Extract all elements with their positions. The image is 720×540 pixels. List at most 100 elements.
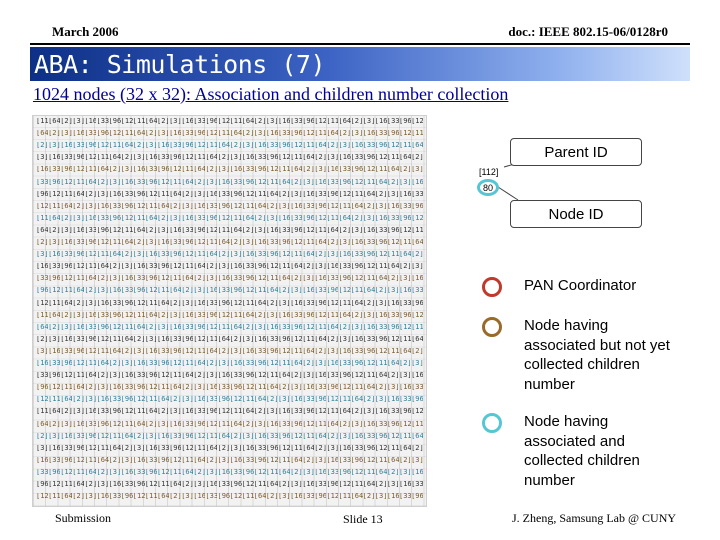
grid-node: [128] xyxy=(241,384,254,392)
grid-node: [16] xyxy=(326,360,339,367)
grid-node: [96] xyxy=(374,239,387,246)
grid-node: [33] xyxy=(265,142,278,150)
grid-node: [33] xyxy=(399,396,411,404)
grid-node: [16] xyxy=(144,444,157,452)
grid-node: [3] xyxy=(290,481,303,488)
grid-node: [3] xyxy=(350,323,363,331)
grid-node: [64] xyxy=(108,347,121,355)
grid-node: [64] xyxy=(399,347,411,355)
grid-node: [33] xyxy=(193,214,206,222)
grid-node: [3] xyxy=(374,299,387,307)
grid-node: [128] xyxy=(108,130,121,138)
grid-node: [2] xyxy=(350,311,363,319)
grid-node: [64] xyxy=(399,444,411,452)
grid-node: [96] xyxy=(278,142,290,150)
grid-node: [2] xyxy=(72,202,85,210)
grid-node: [128] xyxy=(399,226,411,234)
grid-node: [33] xyxy=(132,372,145,380)
grid-node: [112] xyxy=(350,384,363,392)
grid-node: [96] xyxy=(386,323,399,331)
grid-node: [112] xyxy=(399,335,411,343)
grid-node: [64] xyxy=(350,202,363,210)
grid-node: [128] xyxy=(84,251,97,259)
grid-node: [16] xyxy=(169,226,182,234)
grid-node: [3] xyxy=(132,251,145,259)
grid-node: [33] xyxy=(132,178,145,186)
grid-node: [96] xyxy=(350,360,363,367)
grid-node: [33] xyxy=(241,456,254,464)
grid-node: [96] xyxy=(157,360,169,367)
grid-node: [2] xyxy=(350,118,363,125)
grid-node: [128] xyxy=(386,239,399,246)
grid-node: [33] xyxy=(326,275,339,283)
grid-node: [96] xyxy=(108,311,121,319)
grid-node: [16] xyxy=(302,190,315,198)
grid-node: [112] xyxy=(314,420,327,428)
grid-node: [33] xyxy=(253,154,266,162)
grid-node: [64] xyxy=(181,468,194,476)
grid-node: [96] xyxy=(302,214,315,222)
grid-node: [2] xyxy=(217,347,230,355)
grid-node: [16] xyxy=(362,226,375,234)
grid-node: [16] xyxy=(411,178,424,186)
grid-node: [33] xyxy=(314,190,327,198)
grid-node: [3] xyxy=(193,384,206,392)
grid-node: [64] xyxy=(302,154,315,162)
grid-node: [64] xyxy=(362,190,375,198)
grid-node: [2] xyxy=(120,251,133,259)
grid-node: [112] xyxy=(399,432,411,440)
grid-node: [96] xyxy=(338,468,351,476)
grid-node: [96] xyxy=(411,493,424,501)
grid-node: [64] xyxy=(290,360,303,367)
grid-node: [128] xyxy=(302,130,315,138)
grid-node: [64] xyxy=(132,420,145,428)
grid-node: [96] xyxy=(338,178,351,186)
grid-node: [3] xyxy=(181,202,194,210)
grid-node: [112] xyxy=(144,202,157,210)
grid-node: [128] xyxy=(362,263,375,271)
grid-node: [64] xyxy=(314,239,327,246)
grid-node: [96] xyxy=(326,190,339,198)
grid-node: [64] xyxy=(411,142,424,150)
grid-node: [16] xyxy=(120,275,133,283)
grid-node: [2] xyxy=(120,347,133,355)
grid-node: [2] xyxy=(265,299,278,307)
grid-node: [96] xyxy=(399,118,411,125)
grid-node: [33] xyxy=(386,214,399,222)
grid-node: [3] xyxy=(290,384,303,392)
grid-node: [128] xyxy=(36,493,48,501)
grid-node: [3] xyxy=(265,118,278,125)
grid-node: [64] xyxy=(120,335,133,343)
grid-node: [2] xyxy=(386,468,399,476)
grid-node: [112] xyxy=(411,130,424,138)
grid-node: [128] xyxy=(350,468,363,476)
grid-node: [2] xyxy=(60,118,73,125)
grid-node: [33] xyxy=(411,481,424,488)
grid-node: [33] xyxy=(241,166,254,174)
grid-node: [128] xyxy=(302,420,315,428)
grid-node: [96] xyxy=(229,190,242,198)
grid-node: [16] xyxy=(48,347,61,355)
grid-node: [2] xyxy=(229,432,242,440)
grid-node: [96] xyxy=(205,214,218,222)
grid-node: [96] xyxy=(205,311,218,319)
grid-node: [2] xyxy=(278,287,290,295)
grid-node: [64] xyxy=(241,214,254,222)
grid-node: [64] xyxy=(120,432,133,440)
grid-node: [16] xyxy=(399,481,411,488)
grid-node: [112] xyxy=(217,420,230,428)
grid-node: [3] xyxy=(48,335,61,343)
grid-node: [112] xyxy=(314,130,327,138)
grid-node: [128] xyxy=(132,299,145,307)
grid-node: [64] xyxy=(265,481,278,488)
grid-node: [112] xyxy=(241,299,254,307)
grid-node: [96] xyxy=(350,456,363,464)
grid-node: [128] xyxy=(36,396,48,404)
grid-node: [112] xyxy=(241,493,254,501)
grid-node: [33] xyxy=(193,311,206,319)
grid-node: [16] xyxy=(108,384,121,392)
grid-node: [3] xyxy=(169,408,182,416)
grid-node: [16] xyxy=(84,311,97,319)
grid-node: [2] xyxy=(217,251,230,259)
grid-node: [112] xyxy=(205,335,218,343)
